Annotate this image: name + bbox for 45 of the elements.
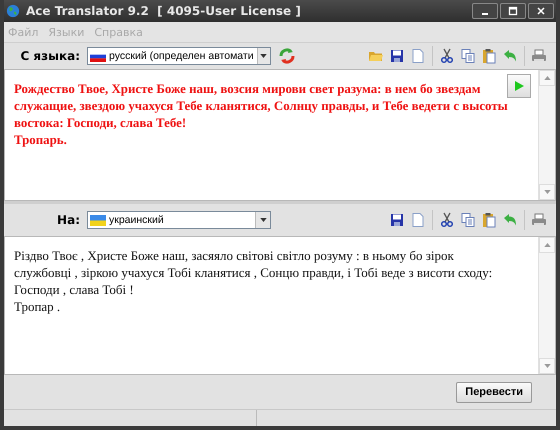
maximize-button[interactable] — [500, 3, 526, 19]
copy-icon[interactable] — [460, 48, 476, 64]
source-text: Рождество Твое, Христе Боже наш, возсия мирови свет разума: в нем бо звездам служащие, звездою учахуся Тебе кланятися, Солнцу правды, и Тебе ведети с высоты востока: Господи, слава Тебе! — [14, 81, 508, 132]
caret-up-icon[interactable] — [544, 243, 550, 247]
scrollbar[interactable] — [538, 70, 555, 200]
printer-icon[interactable] — [531, 212, 547, 228]
document-icon[interactable] — [410, 212, 426, 228]
source-text-area[interactable]: Рождество Твое, Христе Боже наш, возсия мирови свет разума: в нем бо звездам служащие, звездою учахуся Тебе кланятися, Солнцу правды, и Тебе ведети с высоты востока: Господи, слава Тебе! Тропарь. — [4, 69, 556, 201]
caret-down-icon[interactable] — [544, 190, 550, 194]
target-text-area[interactable]: Різдво Твоє , Христе Боже наш, засяяло світові світло розуму : в ньому бо зірок службовці , зіркою учахуся Тобі кланятися , Сонцю правди, і Тобі веде з висоти сходу: Господи , слава Тобі ! Тропар . — [4, 236, 556, 375]
window-title: Ace Translator 9.2 [ 4095-User License ] — [26, 4, 302, 18]
play-icon — [513, 80, 525, 92]
close-button[interactable] — [528, 3, 554, 19]
translate-button[interactable]: Перевести — [456, 382, 532, 402]
globe-icon — [6, 4, 20, 18]
printer-icon[interactable] — [531, 48, 547, 64]
cut-icon[interactable] — [439, 212, 455, 228]
source-text: Тропарь. — [14, 132, 68, 149]
flag-icon — [90, 214, 106, 226]
undo-icon[interactable] — [502, 48, 518, 64]
swap-icon[interactable] — [278, 47, 296, 65]
save-icon[interactable] — [389, 48, 405, 64]
save-icon[interactable] — [389, 212, 405, 228]
undo-icon[interactable] — [502, 212, 518, 228]
paste-icon[interactable] — [481, 48, 497, 64]
caret-up-icon[interactable] — [544, 76, 550, 80]
cut-icon[interactable] — [439, 48, 455, 64]
source-language-label: С языка: — [19, 49, 81, 63]
target-language-label: На: — [56, 213, 81, 227]
target-language-dropdown[interactable]: украинский — [87, 211, 271, 229]
minimize-icon — [482, 13, 488, 15]
copy-icon[interactable] — [460, 212, 476, 228]
document-icon[interactable] — [410, 48, 426, 64]
maximize-icon — [508, 6, 518, 16]
close-icon — [536, 6, 546, 16]
minimize-button[interactable] — [472, 3, 498, 19]
caret-down-icon — [260, 54, 268, 58]
play-button[interactable] — [507, 74, 531, 98]
translated-text: Тропар . — [14, 298, 62, 315]
caret-down-icon — [260, 218, 266, 222]
translated-text: Різдво Твоє , Христе Боже наш, засяяло світові світло розуму : в ньому бо зірок службовці , зіркою учахуся Тобі кланятися , Сонцю правди, і Тобі веде з висоти сходу: Господи , слава Тобі ! — [14, 247, 494, 298]
scrollbar[interactable] — [538, 237, 555, 374]
source-language-dropdown[interactable]: русский (определен автомати — [87, 47, 271, 65]
caret-down-icon[interactable] — [544, 364, 550, 368]
paste-icon[interactable] — [481, 212, 497, 228]
